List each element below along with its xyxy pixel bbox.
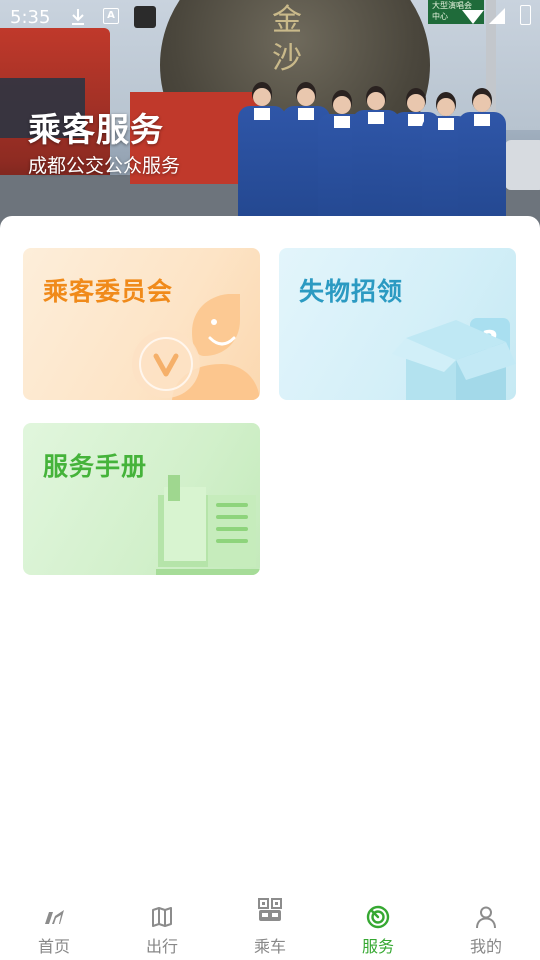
qr-bus-icon: [258, 898, 282, 921]
nav-item-service[interactable]: 服务: [324, 895, 432, 960]
committee-person-icon: [132, 294, 260, 400]
service-icon: [366, 905, 390, 929]
status-time: 5:35: [10, 7, 51, 28]
nav-label: 我的: [469, 937, 502, 956]
nav-label: 服务: [361, 937, 394, 956]
page-title: 乘客服务: [28, 110, 164, 149]
card-passenger-committee[interactable]: 乘客委员会: [23, 248, 260, 400]
card-service-handbook[interactable]: 服务手册: [23, 423, 260, 575]
download-icon: [72, 9, 84, 25]
battery-charging-icon: [520, 5, 531, 25]
profile-icon: [476, 906, 496, 929]
page-subtitle: 成都公交公众服务: [28, 155, 181, 177]
home-icon: [45, 910, 64, 924]
app-square-icon: [134, 6, 156, 28]
nav-item-home[interactable]: 首页: [0, 895, 108, 960]
map-icon: [152, 907, 172, 927]
wifi-icon: [462, 10, 484, 24]
signal-icon: [489, 8, 505, 24]
card-title: 服务手册: [43, 452, 148, 481]
hero-car: [505, 140, 540, 190]
app-root: 金沙 大型演唱会 中心 乘客服务 成都公交公众服务 5:35 A 乘客委员会 失…: [0, 0, 540, 960]
nav-label: 首页: [37, 937, 70, 956]
status-bar: 5:35 A: [0, 0, 540, 36]
lost-box-icon: ?: [392, 318, 516, 400]
handbook-book-icon: [156, 475, 260, 575]
a-badge-icon: A: [103, 8, 119, 24]
nav-label: 出行: [145, 937, 178, 956]
nav-item-travel[interactable]: 出行: [108, 895, 216, 960]
nav-item-ride[interactable]: 乘车: [216, 895, 324, 960]
nav-label: 乘车: [253, 937, 286, 956]
bottom-nav: 首页 出行 乘车 服务 我的: [0, 895, 540, 960]
nav-item-mine[interactable]: 我的: [432, 895, 540, 960]
card-lost-and-found[interactable]: 失物招领 ?: [279, 248, 516, 400]
